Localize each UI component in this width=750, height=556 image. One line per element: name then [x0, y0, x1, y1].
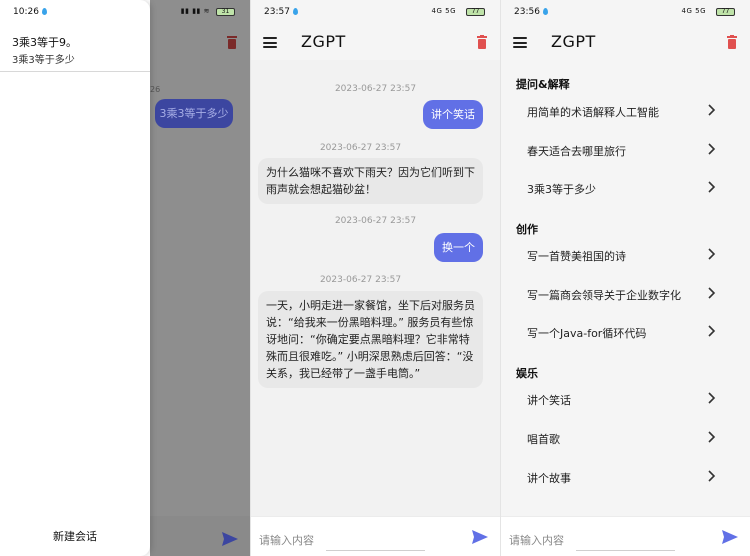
- input-bar: 请输入内容: [501, 516, 750, 556]
- battery-icon: 31: [216, 8, 235, 16]
- chevron-right-icon: [708, 248, 716, 260]
- status-bar-right: ▮▮ ▮▮ ≋ 31: [150, 0, 250, 24]
- chevron-right-icon: [708, 143, 716, 155]
- send-icon[interactable]: [722, 530, 738, 544]
- input-bar: 请输入内容: [251, 516, 500, 556]
- suggestion-label: 写一首赞美祖国的诗: [527, 250, 626, 263]
- suggestion-item[interactable]: 写一首赞美祖国的诗: [501, 236, 750, 274]
- message-input[interactable]: 请输入内容: [509, 532, 564, 548]
- battery-icon: 77: [466, 8, 485, 16]
- suggestion-label: 用简单的术语解释人工智能: [527, 106, 659, 119]
- chevron-right-icon: [708, 287, 716, 299]
- panel-drawer-open: 26 3乘3等于多少 10:26 3乘3等于9。 3乘3等于多少 新建会话 ▮▮…: [0, 0, 250, 556]
- chat-area[interactable]: 2023-06-27 23:57 讲个笑话 2023-06-27 23:57 为…: [251, 60, 500, 516]
- panel-suggestions: 23:56 4G 5G 77 ZGPT 提问&解释 用简单的术语解释人工智能 春…: [500, 0, 750, 556]
- input-underline: [326, 550, 425, 551]
- signal-icon: 4G 5G: [431, 7, 456, 15]
- input-underline: [576, 550, 675, 551]
- menu-icon[interactable]: [513, 37, 527, 48]
- message-time: 2023-06-27 23:57: [319, 143, 402, 153]
- new-conversation-button[interactable]: 新建会话: [0, 528, 150, 544]
- signal-icon: 4G 5G: [681, 7, 706, 15]
- message-time: 2023-06-27 23:57: [334, 216, 417, 226]
- battery-icon: 77: [716, 8, 735, 16]
- signal-icon: ▮▮ ▮▮ ≋: [180, 7, 210, 15]
- suggestion-label: 春天适合去哪里旅行: [527, 145, 626, 158]
- app-title: ZGPT: [551, 32, 596, 51]
- suggestion-item[interactable]: 唱首歌: [501, 419, 750, 457]
- message-time: 2023-06-27 23:57: [319, 275, 402, 285]
- bot-message-bubble: 一天，小明走进一家餐馆，坐下后对服务员说：“给我来一份黑暗料理。” 服务员有些惊…: [258, 291, 483, 388]
- status-bar: 23:56 4G 5G 77: [501, 0, 750, 24]
- suggestion-label: 讲个故事: [527, 472, 571, 485]
- status-time: 10:26: [13, 7, 39, 17]
- panel-chat: 23:57 4G 5G 77 ZGPT 2023-06-27 23:57 讲个笑…: [250, 0, 500, 556]
- delete-icon[interactable]: [476, 35, 488, 49]
- message-input[interactable]: 请输入内容: [259, 532, 314, 548]
- chevron-right-icon: [708, 181, 716, 193]
- suggestion-item[interactable]: 讲个笑话: [501, 380, 750, 418]
- app-bar: ZGPT: [251, 24, 500, 60]
- dimmed-chat-background[interactable]: 26 3乘3等于多少: [150, 0, 250, 556]
- suggestion-item[interactable]: 写一个Java-for循环代码: [501, 313, 750, 351]
- user-message-bubble: 3乘3等于多少: [155, 99, 233, 128]
- chevron-right-icon: [708, 104, 716, 116]
- suggestion-item[interactable]: 写一篇商会领导关于企业数字化: [501, 275, 750, 313]
- delete-icon[interactable]: [726, 35, 738, 49]
- suggestion-item[interactable]: 用简单的术语解释人工智能: [501, 92, 750, 130]
- menu-icon[interactable]: [263, 37, 277, 48]
- suggestion-label: 唱首歌: [527, 433, 560, 446]
- app-bar: ZGPT: [501, 24, 750, 60]
- status-bar: 10:26: [0, 0, 150, 24]
- section-title: 娱乐: [516, 367, 538, 380]
- suggestion-list: 提问&解释 用简单的术语解释人工智能 春天适合去哪里旅行 3乘3等于多少 创作 …: [501, 62, 750, 516]
- suggestion-label: 3乘3等于多少: [527, 183, 596, 196]
- bot-message-bubble: 为什么猫咪不喜欢下雨天？因为它们听到下雨声就会想起猫砂盆！: [258, 158, 483, 204]
- conversation-question: 3乘3等于多少: [12, 55, 75, 66]
- suggestion-item[interactable]: 春天适合去哪里旅行: [501, 131, 750, 169]
- conversation-item[interactable]: 3乘3等于9。 3乘3等于多少: [0, 24, 150, 72]
- chevron-right-icon: [708, 325, 716, 337]
- user-message-bubble: 讲个笑话: [423, 100, 483, 129]
- section-title: 创作: [516, 223, 538, 236]
- suggestion-item[interactable]: 3乘3等于多少: [501, 169, 750, 207]
- conversation-answer: 3乘3等于9。: [12, 36, 77, 49]
- status-time: 23:57: [264, 7, 290, 17]
- message-time: 26: [150, 85, 161, 94]
- chevron-right-icon: [708, 431, 716, 443]
- delete-icon: [227, 36, 237, 49]
- suggestion-item[interactable]: 讲个故事: [501, 458, 750, 496]
- notification-dot-icon: [42, 8, 47, 15]
- send-icon: [222, 532, 238, 546]
- navigation-drawer: 10:26 3乘3等于9。 3乘3等于多少 新建会话: [0, 0, 150, 556]
- notification-dot-icon: [293, 8, 298, 15]
- section-title: 提问&解释: [516, 78, 570, 91]
- notification-dot-icon: [543, 8, 548, 15]
- status-time: 23:56: [514, 7, 540, 17]
- status-bar: 23:57 4G 5G 77: [251, 0, 500, 24]
- message-time: 2023-06-27 23:57: [334, 84, 417, 94]
- suggestion-label: 写一篇商会领导关于企业数字化: [527, 289, 681, 302]
- chevron-right-icon: [708, 392, 716, 404]
- chevron-right-icon: [708, 470, 716, 482]
- suggestion-label: 讲个笑话: [527, 394, 571, 407]
- send-icon[interactable]: [472, 530, 488, 544]
- app-title: ZGPT: [301, 32, 346, 51]
- user-message-bubble: 换一个: [434, 233, 483, 262]
- suggestion-label: 写一个Java-for循环代码: [527, 327, 647, 340]
